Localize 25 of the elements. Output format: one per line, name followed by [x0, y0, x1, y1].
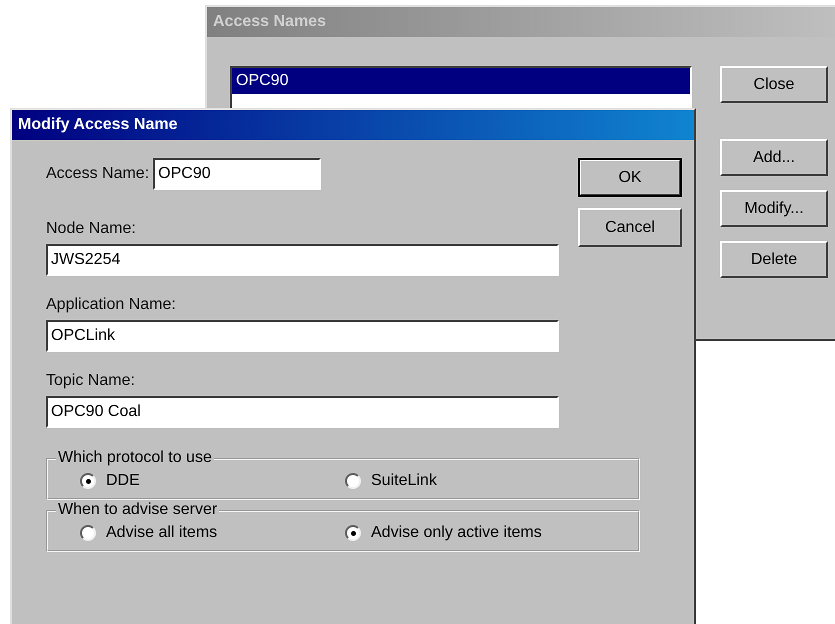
text-field[interactable]: OPC90 — [153, 158, 322, 190]
radio-label[interactable]: DDE — [106, 472, 140, 490]
dialog-button[interactable]: Delete — [720, 241, 828, 278]
radio-label[interactable]: Advise only active items — [371, 524, 542, 542]
radio-button[interactable] — [345, 525, 361, 541]
radio-label[interactable]: Advise all items — [106, 524, 218, 542]
dialog-button[interactable]: Close — [720, 66, 828, 103]
text-field[interactable]: OPCLink — [46, 320, 559, 352]
list-item[interactable]: OPC90 — [232, 68, 690, 94]
text-field[interactable]: OPC90 Coal — [46, 396, 559, 428]
window-title: Modify Access Name — [12, 110, 694, 140]
radio-button[interactable] — [80, 473, 96, 489]
radio-button[interactable] — [80, 525, 96, 541]
dialog-button[interactable]: Cancel — [578, 208, 682, 247]
field-label: Access Name: — [46, 165, 150, 183]
radio-label[interactable]: SuiteLink — [371, 472, 437, 490]
dialog-button[interactable]: OK — [578, 158, 682, 197]
dialog-button[interactable]: Modify... — [720, 190, 828, 227]
group-legend: Which protocol to use — [56, 449, 214, 467]
dialog-button[interactable]: Add... — [720, 139, 828, 176]
field-label: Topic Name: — [46, 372, 136, 390]
text-field[interactable]: JWS2254 — [46, 244, 559, 276]
field-label: Application Name: — [46, 296, 177, 314]
field-label: Node Name: — [46, 220, 137, 238]
radio-button[interactable] — [345, 473, 361, 489]
